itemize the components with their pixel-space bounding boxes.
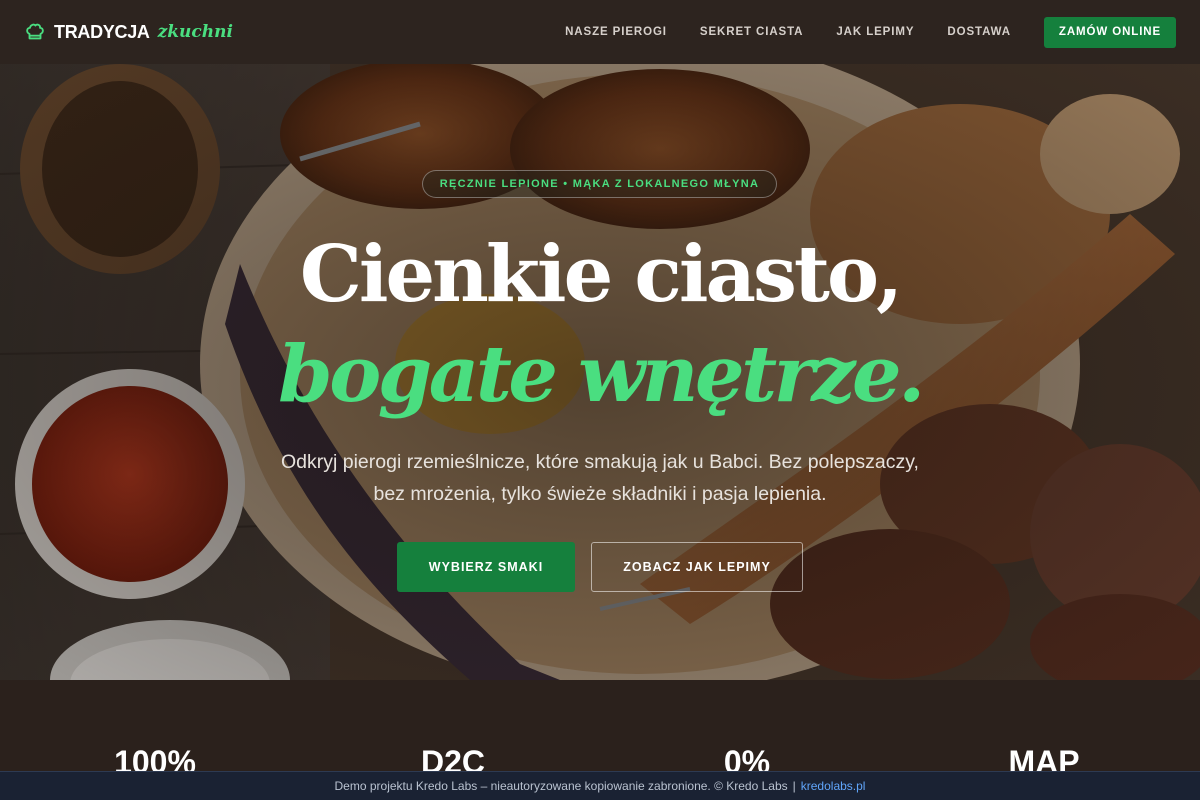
nav-link-sekret-ciasta[interactable]: SEKRET CIASTA <box>700 26 804 38</box>
hero-content: RĘCZNIE LEPIONE • MĄKA Z LOKALNEGO MŁYNA… <box>0 64 1200 680</box>
footer-separator: | <box>792 779 796 793</box>
footer-copyright-text: Demo projektu Kredo Labs – nieautoryzowa… <box>334 779 788 793</box>
hero-section: RĘCZNIE LEPIONE • MĄKA Z LOKALNEGO MŁYNA… <box>0 64 1200 680</box>
brand-name: TRADYCJA <box>54 21 150 42</box>
order-online-button[interactable]: ZAMÓW ONLINE <box>1044 16 1176 48</box>
top-navbar: TRADYCJA zkuchni NASZE PIEROGI SEKRET CIA… <box>0 0 1200 64</box>
hero-badge: RĘCZNIE LEPIONE • MĄKA Z LOKALNEGO MŁYNA <box>422 170 777 198</box>
hero-headline-line1: Cienkie ciasto, <box>299 229 903 320</box>
chef-hat-icon <box>26 23 44 40</box>
brand-accent: zkuchni <box>157 22 233 42</box>
footer-link-kredolabs[interactable]: kredolabs.pl <box>801 779 866 793</box>
demo-footer-bar: Demo projektu Kredo Labs – nieautoryzowa… <box>0 771 1200 800</box>
choose-flavors-button[interactable]: WYBIERZ SMAKI <box>397 542 575 592</box>
nav-link-dostawa[interactable]: DOSTAWA <box>947 26 1011 38</box>
hero-headline-line2: bogate wnętrze. <box>278 329 925 420</box>
see-how-we-make-button[interactable]: ZOBACZ JAK LEPIMY <box>591 542 803 592</box>
hero-subtitle: Odkryj pierogi rzemieślnicze, które smak… <box>281 451 919 505</box>
nav-link-jak-lepimy[interactable]: JAK LEPIMY <box>836 26 914 38</box>
brand-logo[interactable]: TRADYCJA zkuchni <box>24 21 233 43</box>
nav-link-nasze-pierogi[interactable]: NASZE PIEROGI <box>565 26 667 38</box>
main-nav: NASZE PIEROGI SEKRET CIASTA JAK LEPIMY D… <box>565 16 1176 48</box>
